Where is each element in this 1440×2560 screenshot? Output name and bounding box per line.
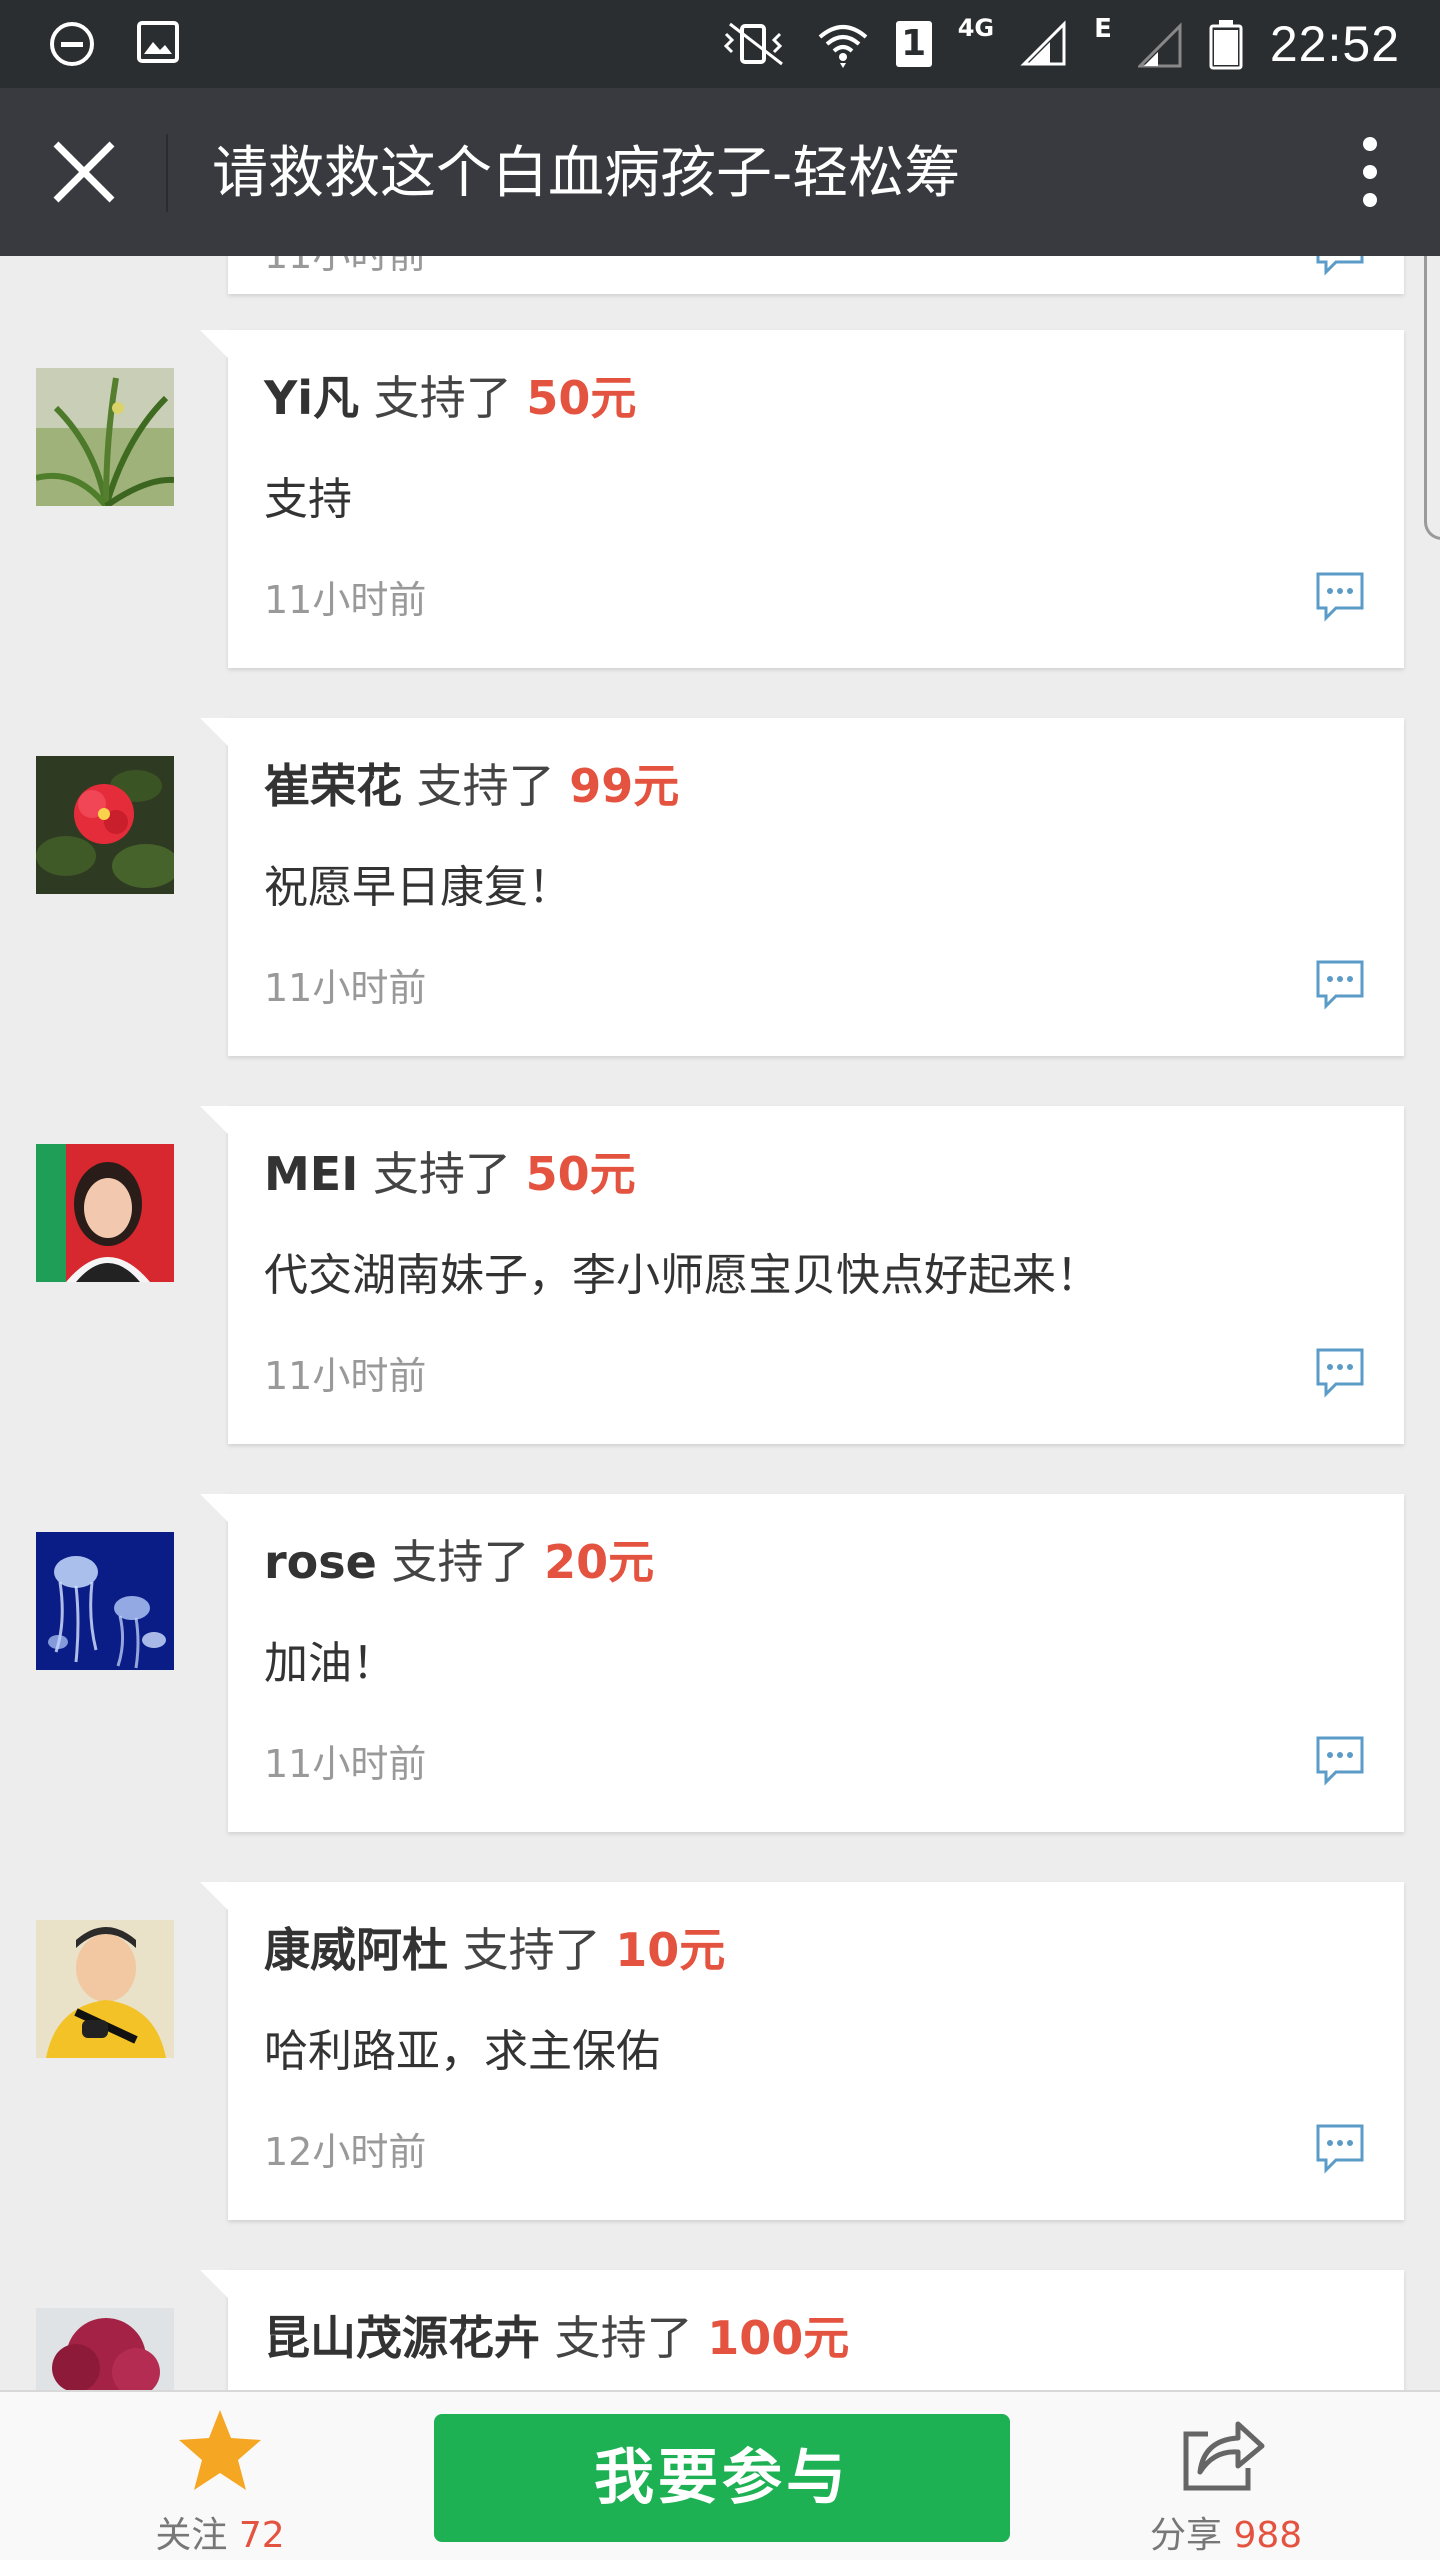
support-header: Yi凡 支持了 50元 bbox=[264, 368, 636, 428]
list-item: MEI 支持了 50元 代交湖南妹子，李小师愿宝贝快点好起来！ 11小时前 bbox=[0, 1106, 1440, 1494]
jellyfish-avatar-icon bbox=[36, 1532, 174, 1670]
list-item: 昆山茂源花卉 支持了 100元 支持 bbox=[0, 2270, 1440, 2390]
follow-button[interactable]: 关注 72 bbox=[150, 2406, 290, 2558]
list-item: 崔荣花 支持了 99元 祝愿早日康复！ 11小时前 bbox=[0, 718, 1440, 1106]
battery-icon bbox=[1209, 20, 1243, 70]
supporter-name[interactable]: 昆山茂源花卉 bbox=[264, 2311, 540, 2365]
support-verb: 支持了 bbox=[373, 371, 512, 425]
side-scroll-handle[interactable] bbox=[1424, 230, 1440, 540]
avatar[interactable] bbox=[36, 756, 174, 894]
supporter-card: 11小时前 bbox=[228, 256, 1404, 294]
support-amount: 100元 bbox=[707, 2311, 850, 2365]
list-item: 康威阿杜 支持了 10元 哈利路亚，求主保佑 12小时前 bbox=[0, 1882, 1440, 2270]
title-bar: 请救救这个白血病孩子-轻松筹 bbox=[0, 88, 1440, 256]
support-header: 崔荣花 支持了 99元 bbox=[264, 756, 679, 816]
supporter-name[interactable]: Yi凡 bbox=[264, 371, 359, 425]
child-yellow-shirt-avatar-icon bbox=[36, 1920, 174, 2058]
wifi-icon bbox=[818, 25, 868, 68]
red-tree-avatar-icon bbox=[36, 2308, 174, 2390]
support-verb: 支持了 bbox=[416, 759, 555, 813]
network-secondary-label: E bbox=[1094, 14, 1112, 44]
support-time: 12小时前 bbox=[264, 2130, 427, 2174]
status-left-icons bbox=[48, 20, 180, 68]
reply-icon[interactable] bbox=[1314, 1346, 1366, 1398]
support-header: 康威阿杜 支持了 10元 bbox=[264, 1920, 725, 1980]
support-verb: 支持了 bbox=[372, 1147, 511, 1201]
reply-icon[interactable] bbox=[1314, 256, 1366, 276]
support-verb: 支持了 bbox=[391, 1535, 530, 1589]
supporter-name[interactable]: 康威阿杜 bbox=[264, 1923, 448, 1977]
sim-badge: 1 bbox=[895, 21, 932, 67]
reply-icon[interactable] bbox=[1314, 1734, 1366, 1786]
image-notification-icon bbox=[137, 21, 179, 63]
support-time: 11小时前 bbox=[264, 1742, 427, 1786]
support-amount: 99元 bbox=[569, 759, 680, 813]
support-header: MEI 支持了 50元 bbox=[264, 1144, 636, 1204]
avatar[interactable] bbox=[36, 1144, 174, 1282]
follow-count: 72 bbox=[238, 2515, 285, 2556]
clock: 22:52 bbox=[1269, 16, 1400, 72]
status-right-icons: 1 4G E 22:52 bbox=[720, 14, 1400, 74]
support-header: rose 支持了 20元 bbox=[264, 1532, 654, 1592]
signal-strength-2-icon bbox=[1137, 22, 1182, 68]
share-icon bbox=[1183, 2421, 1265, 2491]
support-time: 11小时前 bbox=[264, 256, 426, 279]
vibrate-mute-icon bbox=[723, 22, 783, 66]
supporter-card: Yi凡 支持了 50元 支持 11小时前 bbox=[200, 330, 1404, 668]
page-title: 请救救这个白血病孩子-轻松筹 bbox=[212, 141, 961, 206]
woman-portrait-avatar-icon bbox=[36, 1144, 174, 1282]
supporter-card: 康威阿杜 支持了 10元 哈利路亚，求主保佑 12小时前 bbox=[200, 1882, 1404, 2220]
orchid-plant-avatar-icon bbox=[36, 368, 174, 506]
list-item: Yi凡 支持了 50元 支持 11小时前 bbox=[0, 330, 1440, 718]
avatar[interactable] bbox=[36, 2308, 174, 2390]
avatar[interactable] bbox=[36, 1532, 174, 1670]
supporter-card: 昆山茂源花卉 支持了 100元 支持 bbox=[200, 2270, 1404, 2390]
support-amount: 50元 bbox=[526, 371, 637, 425]
red-flower-avatar-icon bbox=[36, 756, 174, 894]
reply-icon[interactable] bbox=[1314, 570, 1366, 622]
status-bar: 1 4G E 22:52 bbox=[0, 0, 1440, 88]
support-message: 哈利路亚，求主保佑 bbox=[264, 2026, 660, 2077]
support-header: 昆山茂源花卉 支持了 100元 bbox=[264, 2308, 849, 2368]
do-not-disturb-icon bbox=[50, 22, 94, 66]
support-amount: 10元 bbox=[615, 1923, 726, 1977]
supporter-feed: 11小时前 Yi凡 支持 bbox=[0, 256, 1440, 2390]
support-message: 支持 bbox=[264, 474, 352, 525]
support-message: 加油！ bbox=[264, 1638, 396, 1689]
share-button[interactable]: 分享 988 bbox=[1150, 2410, 1303, 2558]
close-icon[interactable] bbox=[44, 132, 124, 212]
share-label: 分享 988 bbox=[1150, 2515, 1303, 2556]
more-options-icon[interactable] bbox=[1340, 132, 1400, 212]
list-item: 11小时前 bbox=[0, 256, 1440, 330]
supporter-card: rose 支持了 20元 加油！ 11小时前 bbox=[200, 1494, 1404, 1832]
network-type-label: 4G bbox=[957, 14, 995, 42]
supporter-name[interactable]: rose bbox=[264, 1535, 377, 1589]
support-time: 11小时前 bbox=[264, 578, 427, 622]
support-message: 祝愿早日康复！ bbox=[264, 862, 572, 913]
list-item: rose 支持了 20元 加油！ 11小时前 bbox=[0, 1494, 1440, 1882]
supporter-name[interactable]: MEI bbox=[264, 1147, 358, 1201]
avatar[interactable] bbox=[36, 1920, 174, 2058]
signal-strength-icon bbox=[1020, 20, 1066, 66]
supporter-name[interactable]: 崔荣花 bbox=[264, 759, 402, 813]
share-count: 988 bbox=[1233, 2515, 1303, 2556]
star-icon bbox=[179, 2410, 261, 2490]
join-button[interactable]: 我要参与 bbox=[434, 2414, 1010, 2542]
bottom-action-bar: 关注 72 我要参与 分享 988 bbox=[0, 2390, 1440, 2560]
support-amount: 50元 bbox=[525, 1147, 636, 1201]
supporter-card: 崔荣花 支持了 99元 祝愿早日康复！ 11小时前 bbox=[200, 718, 1404, 1056]
reply-icon[interactable] bbox=[1314, 958, 1366, 1010]
support-time: 11小时前 bbox=[264, 966, 427, 1010]
support-verb: 支持了 bbox=[554, 2311, 693, 2365]
support-amount: 20元 bbox=[544, 1535, 655, 1589]
reply-icon[interactable] bbox=[1314, 2122, 1366, 2174]
support-time: 11小时前 bbox=[264, 1354, 427, 1398]
avatar[interactable] bbox=[36, 368, 174, 506]
support-verb: 支持了 bbox=[462, 1923, 601, 1977]
supporter-card: MEI 支持了 50元 代交湖南妹子，李小师愿宝贝快点好起来！ 11小时前 bbox=[200, 1106, 1404, 1444]
follow-label: 关注 72 bbox=[155, 2515, 285, 2556]
support-message: 代交湖南妹子，李小师愿宝贝快点好起来！ bbox=[264, 1250, 1100, 1301]
title-divider bbox=[166, 134, 168, 212]
